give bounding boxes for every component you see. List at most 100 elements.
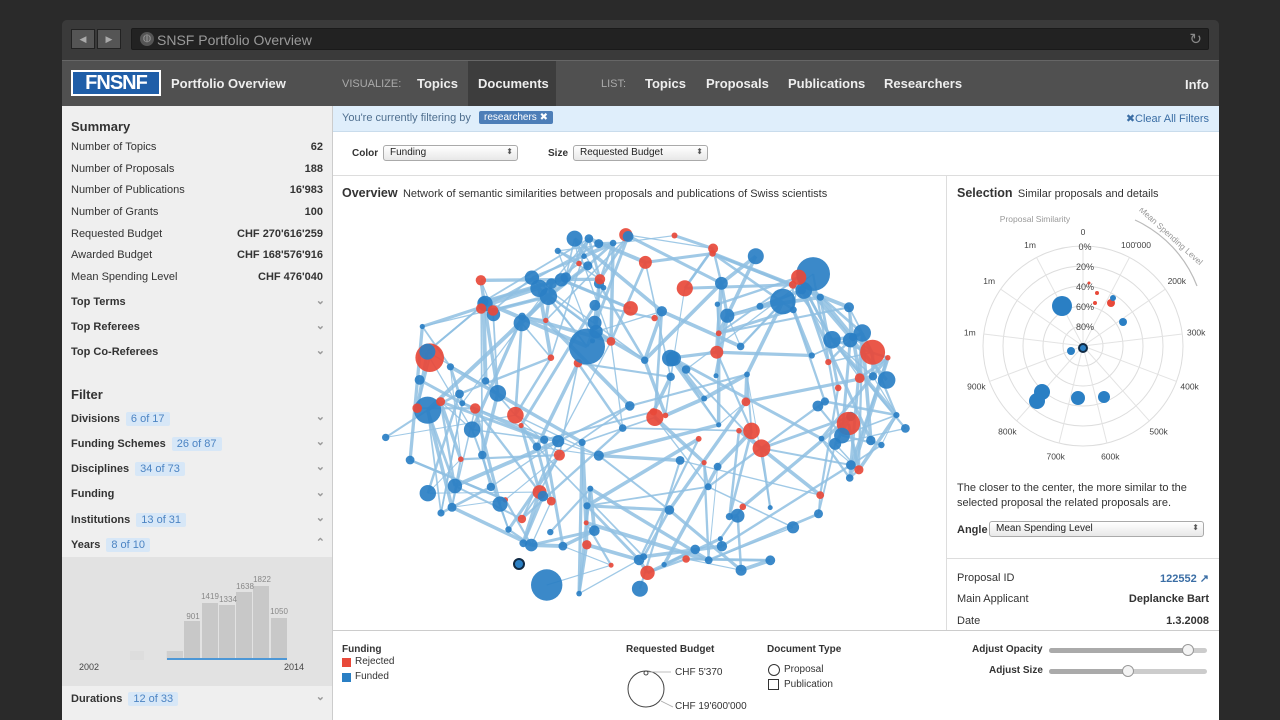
filter-chip[interactable]: 8 of 10 xyxy=(106,538,151,552)
rejected-proposal-node[interactable] xyxy=(487,305,499,316)
funded-proposal-node[interactable] xyxy=(532,442,542,451)
funded-proposal-node[interactable] xyxy=(844,302,854,313)
rejected-proposal-node[interactable] xyxy=(546,496,556,506)
funded-proposal-node[interactable] xyxy=(808,352,815,359)
funded-proposal-node[interactable] xyxy=(463,421,481,438)
filter-years[interactable]: Years 8 of 10 ⌃ xyxy=(71,537,325,552)
opacity-slider[interactable] xyxy=(1049,644,1207,656)
rejected-proposal-node[interactable] xyxy=(739,503,747,511)
rejected-proposal-node[interactable] xyxy=(709,250,716,257)
similar-funded-point[interactable] xyxy=(1119,318,1127,326)
funded-proposal-node[interactable] xyxy=(736,342,745,351)
funded-proposal-node[interactable] xyxy=(446,363,454,371)
filter-disciplines[interactable]: Disciplines 34 of 73 ⌄ xyxy=(71,461,325,476)
rejected-proposal-node[interactable] xyxy=(676,280,693,297)
color-select[interactable]: Funding ⬍ xyxy=(383,145,518,161)
funded-proposal-node[interactable] xyxy=(704,556,713,565)
similar-funded-point[interactable] xyxy=(1029,393,1045,409)
forward-button[interactable]: ▶ xyxy=(97,29,121,49)
funded-proposal-node[interactable] xyxy=(716,422,722,428)
back-button[interactable]: ◀ xyxy=(71,29,95,49)
funded-proposal-node[interactable] xyxy=(622,231,634,242)
top-coreferees-toggle[interactable]: Top Co-Referees ⌄ xyxy=(71,345,325,358)
funded-proposal-node[interactable] xyxy=(866,435,876,446)
rejected-proposal-node[interactable] xyxy=(662,412,669,419)
nav-visualize-documents[interactable]: Documents xyxy=(478,76,549,91)
slider-knob[interactable] xyxy=(1122,665,1134,677)
funded-proposal-node[interactable] xyxy=(631,580,648,597)
polar-similarity-chart[interactable]: 0% 20% 40% 60% 80% 0 100'000 200k 300k 400k 500k 60… xyxy=(947,208,1219,473)
nav-info[interactable]: Info xyxy=(1185,77,1209,92)
nav-list-topics[interactable]: Topics xyxy=(645,76,686,91)
funded-proposal-node[interactable] xyxy=(547,528,554,536)
rejected-proposal-node[interactable] xyxy=(640,565,655,580)
similar-funded-point[interactable] xyxy=(1071,391,1085,405)
funded-proposal-node[interactable] xyxy=(518,312,526,321)
angle-select[interactable]: Mean Spending Level ⬍ xyxy=(989,521,1204,537)
funded-proposal-node[interactable] xyxy=(681,365,691,374)
rejected-proposal-node[interactable] xyxy=(791,269,807,285)
funded-proposal-node[interactable] xyxy=(878,441,885,449)
funded-proposal-node[interactable] xyxy=(820,397,829,406)
similar-rejected-point[interactable] xyxy=(1093,301,1097,305)
filter-chip[interactable]: 26 of 87 xyxy=(171,437,222,451)
filter-funding[interactable]: Funding ⌄ xyxy=(71,487,325,500)
funded-proposal-node[interactable] xyxy=(818,435,825,442)
rejected-proposal-node[interactable] xyxy=(682,555,690,563)
funded-proposal-node[interactable] xyxy=(481,377,490,385)
funded-proposal-node[interactable] xyxy=(641,356,649,364)
funded-proposal-node[interactable] xyxy=(786,521,800,534)
funded-proposal-node[interactable] xyxy=(690,544,700,555)
funded-proposal-node[interactable] xyxy=(845,474,854,482)
funded-proposal-node[interactable] xyxy=(823,331,841,349)
funded-proposal-node[interactable] xyxy=(747,248,764,265)
rejected-proposal-node[interactable] xyxy=(470,403,481,414)
funded-proposal-node[interactable] xyxy=(767,505,773,511)
rejected-proposal-node[interactable] xyxy=(518,422,524,429)
rejected-proposal-node[interactable] xyxy=(736,427,742,434)
rejected-proposal-node[interactable] xyxy=(507,406,524,424)
rejected-proposal-node[interactable] xyxy=(825,359,832,366)
funded-proposal-node[interactable] xyxy=(713,373,719,379)
rejected-proposal-node[interactable] xyxy=(860,339,886,365)
funded-proposal-node[interactable] xyxy=(419,343,436,360)
rejected-proposal-node[interactable] xyxy=(743,422,760,440)
rejected-proposal-node[interactable] xyxy=(608,562,614,568)
address-bar[interactable]: ◍ SNSF Portfolio Overview ↻ xyxy=(131,28,1209,50)
funded-proposal-node[interactable] xyxy=(589,338,596,344)
funded-proposal-node[interactable] xyxy=(893,412,900,419)
funded-proposal-node[interactable] xyxy=(735,564,747,576)
funded-proposal-node[interactable] xyxy=(447,502,457,512)
reload-icon[interactable]: ↻ xyxy=(1189,30,1202,48)
nav-list-proposals[interactable]: Proposals xyxy=(706,76,769,91)
funded-proposal-node[interactable] xyxy=(419,323,425,330)
filter-chip[interactable]: 13 of 31 xyxy=(136,513,187,527)
rejected-proposal-node[interactable] xyxy=(715,330,722,337)
funded-proposal-node[interactable] xyxy=(558,541,568,551)
funded-proposal-node[interactable] xyxy=(505,526,512,533)
rejected-proposal-node[interactable] xyxy=(543,317,549,324)
funded-proposal-node[interactable] xyxy=(720,308,735,323)
funded-proposal-node[interactable] xyxy=(537,490,549,502)
funded-proposal-node[interactable] xyxy=(744,371,750,378)
funded-proposal-node[interactable] xyxy=(525,538,538,552)
snsf-logo[interactable]: FNSNF xyxy=(71,70,161,96)
funded-proposal-node[interactable] xyxy=(625,401,635,411)
funded-proposal-node[interactable] xyxy=(756,302,764,310)
slider-knob[interactable] xyxy=(1182,644,1195,656)
funded-proposal-node[interactable] xyxy=(587,315,602,330)
funded-proposal-node[interactable] xyxy=(566,230,583,247)
funded-proposal-node[interactable] xyxy=(675,456,685,465)
funded-proposal-node[interactable] xyxy=(593,450,604,461)
rejected-proposal-node[interactable] xyxy=(854,373,865,383)
rejected-proposal-node[interactable] xyxy=(651,314,658,322)
rejected-proposal-node[interactable] xyxy=(701,460,707,466)
funded-proposal-node[interactable] xyxy=(569,328,605,365)
funded-proposal-node[interactable] xyxy=(877,371,896,389)
clear-filters-button[interactable]: ✖Clear All Filters xyxy=(1126,112,1209,125)
size-select[interactable]: Requested Budget ⬍ xyxy=(573,145,708,161)
funded-proposal-node[interactable] xyxy=(716,541,728,552)
funded-proposal-node[interactable] xyxy=(797,286,806,295)
rejected-proposal-node[interactable] xyxy=(885,355,891,361)
funded-proposal-node[interactable] xyxy=(664,505,675,515)
